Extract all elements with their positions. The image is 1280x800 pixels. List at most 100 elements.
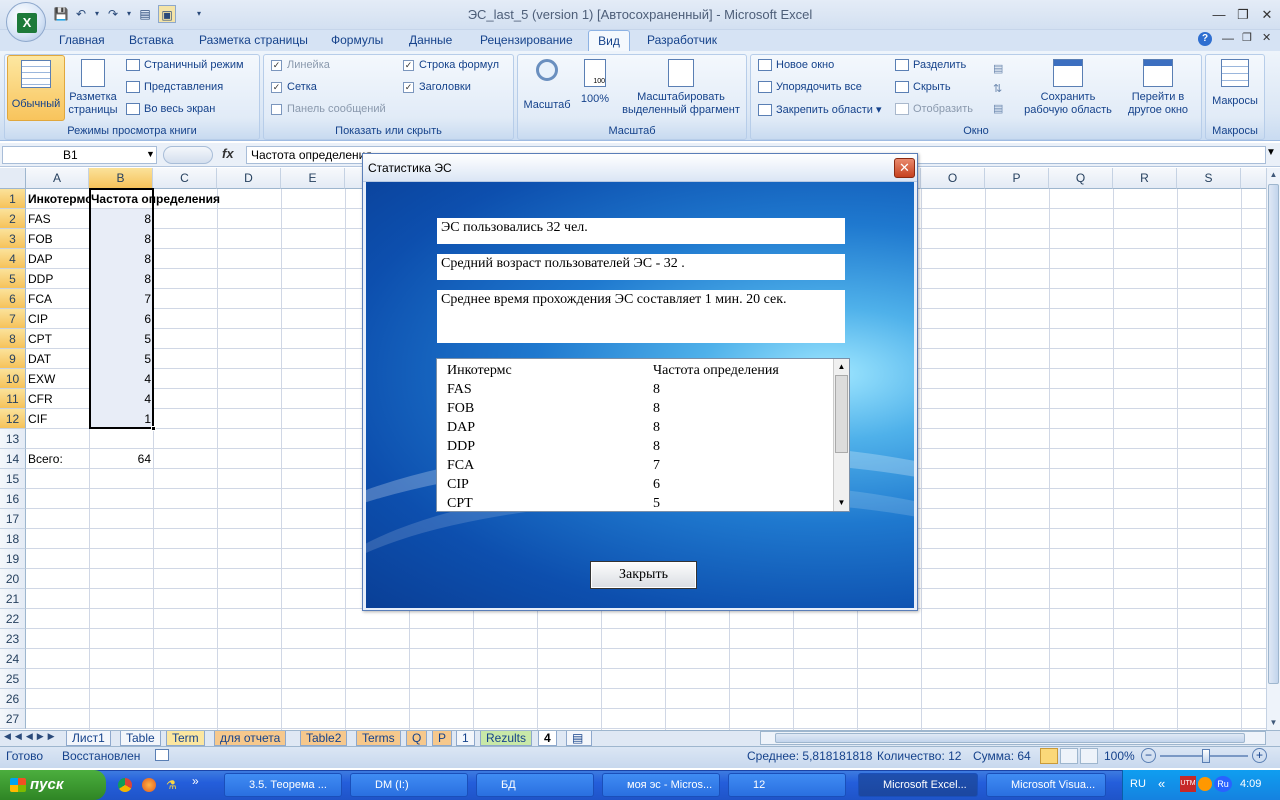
cell-term[interactable]: DDP <box>26 269 55 289</box>
sheet-nav-icons[interactable]: ◀◀◀▶▶ <box>4 731 59 742</box>
row-header[interactable]: 22 <box>0 609 26 629</box>
normal-view-button[interactable]: Обычный <box>7 55 65 121</box>
tool-icon[interactable]: ⚗ <box>166 778 180 792</box>
list-item[interactable]: FOB 8 <box>447 399 827 418</box>
column-header[interactable]: D <box>217 168 281 189</box>
normal-view-status-icon[interactable] <box>1040 748 1058 764</box>
sheet-tab[interactable]: 1 <box>456 731 475 746</box>
sheet-tab[interactable]: Term <box>166 731 205 746</box>
task-button[interactable]: Microsoft Visua... <box>986 773 1106 797</box>
language-indicator[interactable]: RU <box>1130 778 1146 790</box>
fill-handle[interactable] <box>151 426 156 431</box>
column-header[interactable]: P <box>985 168 1049 189</box>
list-scroll-up-icon[interactable]: ▲ <box>834 359 849 375</box>
column-header[interactable] <box>1241 168 1266 189</box>
tab-insert[interactable]: Вставка <box>129 33 174 47</box>
tab-developer[interactable]: Разработчик <box>647 33 717 47</box>
column-header[interactable]: C <box>153 168 217 189</box>
column-header[interactable]: E <box>281 168 345 189</box>
tab-view[interactable]: Вид <box>588 30 630 52</box>
headings-checkbox[interactable]: ✓ Заголовки <box>403 81 471 93</box>
formula-bar-checkbox[interactable]: ✓ Строка формул <box>403 59 499 71</box>
task-button[interactable]: 12 <box>728 773 846 797</box>
row-header[interactable]: 20 <box>0 569 26 589</box>
row-header[interactable]: 17 <box>0 509 26 529</box>
list-item[interactable]: DDP 8 <box>447 437 827 456</box>
row-header[interactable]: 13 <box>0 429 26 449</box>
row-header[interactable]: 6 <box>0 289 26 309</box>
row-header[interactable]: 18 <box>0 529 26 549</box>
sheet-tab[interactable]: Лист1 <box>66 731 111 746</box>
task-button[interactable]: моя эс - Micros... <box>602 773 720 797</box>
keyboard-layout-icon[interactable]: Ru <box>1214 776 1232 792</box>
row-header[interactable]: 5 <box>0 269 26 289</box>
page-break-button[interactable]: Страничный режим <box>126 59 244 72</box>
select-all-corner[interactable] <box>0 168 26 189</box>
split-button[interactable]: Разделить <box>895 59 966 72</box>
close-window-icon[interactable]: ✕ <box>1256 7 1278 23</box>
list-item[interactable]: FAS 8 <box>447 380 827 399</box>
zoom-button[interactable]: Масштаб <box>520 55 574 121</box>
insert-function-icon[interactable]: fx <box>222 146 234 161</box>
scroll-down-icon[interactable]: ▼ <box>1267 716 1280 730</box>
cell-term[interactable]: CIP <box>26 309 50 329</box>
list-item[interactable]: CIP 6 <box>447 475 827 494</box>
task-button-active[interactable]: Microsoft Excel... <box>858 773 978 797</box>
sheet-tab[interactable]: Table <box>120 731 161 746</box>
help-icon[interactable]: ? <box>1198 32 1212 46</box>
scroll-thumb[interactable] <box>1268 184 1279 684</box>
cell-total-value[interactable]: 64 <box>89 449 153 469</box>
sheet-tab[interactable]: Q <box>406 731 428 746</box>
row-header[interactable]: 2 <box>0 209 26 229</box>
insert-sheet-icon[interactable]: ▤ <box>566 731 592 746</box>
row-header[interactable]: 12 <box>0 409 26 429</box>
ruler-checkbox[interactable]: ✓ Линейка <box>271 59 330 71</box>
office-button[interactable]: X <box>6 2 46 42</box>
message-bar-checkbox[interactable]: Панель сообщений <box>271 103 386 115</box>
scroll-up-icon[interactable]: ▲ <box>1267 168 1280 182</box>
tab-data[interactable]: Данные <box>409 33 452 47</box>
close-button[interactable]: Закрыть <box>590 561 697 589</box>
row-header[interactable]: 11 <box>0 389 26 409</box>
cell-term[interactable]: DAP <box>26 249 55 269</box>
name-box[interactable]: B1 <box>2 146 157 164</box>
cell-term[interactable]: FCA <box>26 289 54 309</box>
macro-record-icon[interactable] <box>155 749 169 761</box>
custom-views-button[interactable]: Представления <box>126 81 223 94</box>
sheet-tab[interactable]: Terms <box>356 731 401 746</box>
gridlines-checkbox[interactable]: ✓ Сетка <box>271 81 317 93</box>
cell-a1[interactable]: Инкотермс <box>26 189 89 209</box>
row-header[interactable]: 21 <box>0 589 26 609</box>
tab-home[interactable]: Главная <box>59 33 105 47</box>
zoom-level[interactable]: 100% <box>1104 749 1135 763</box>
utm-icon[interactable]: UTM <box>1180 776 1196 792</box>
cell-term[interactable]: CPT <box>26 329 54 349</box>
row-header[interactable]: 8 <box>0 329 26 349</box>
row-header[interactable]: 25 <box>0 669 26 689</box>
frequency-listbox[interactable]: Инкотермс Частота определения FAS 8 FOB 8 D… <box>436 358 850 512</box>
list-scroll-thumb[interactable] <box>835 375 848 453</box>
chrome-icon[interactable] <box>118 778 132 792</box>
hscroll-thumb[interactable] <box>775 733 1245 743</box>
cell-total-label[interactable]: Всего: <box>26 449 65 469</box>
column-header[interactable]: A <box>26 168 89 189</box>
firefox-icon[interactable] <box>142 778 156 792</box>
more-icons-chevron[interactable]: » <box>192 774 199 788</box>
zoom-out-icon[interactable]: − <box>1141 748 1156 763</box>
page-layout-button[interactable]: Разметка страницы <box>66 55 120 121</box>
column-header[interactable]: B <box>89 168 153 189</box>
row-header[interactable]: 15 <box>0 469 26 489</box>
row-header[interactable]: 23 <box>0 629 26 649</box>
row-header[interactable]: 14 <box>0 449 26 469</box>
tab-review[interactable]: Рецензирование <box>480 33 573 47</box>
ribbon-restore-icon[interactable]: ❐ <box>1242 31 1252 44</box>
switch-windows-button[interactable]: Перейти в другое окно <box>1118 55 1198 121</box>
cell-term[interactable]: FOB <box>26 229 55 249</box>
sheet-tab[interactable]: P <box>432 731 453 746</box>
column-header[interactable]: S <box>1177 168 1241 189</box>
column-header[interactable]: Q <box>1049 168 1113 189</box>
arrange-all-button[interactable]: Упорядочить все <box>758 81 862 94</box>
zoom-in-icon[interactable]: + <box>1252 748 1267 763</box>
task-button[interactable]: DM (I:) <box>350 773 468 797</box>
dialog-close-icon[interactable]: ✕ <box>894 158 915 178</box>
